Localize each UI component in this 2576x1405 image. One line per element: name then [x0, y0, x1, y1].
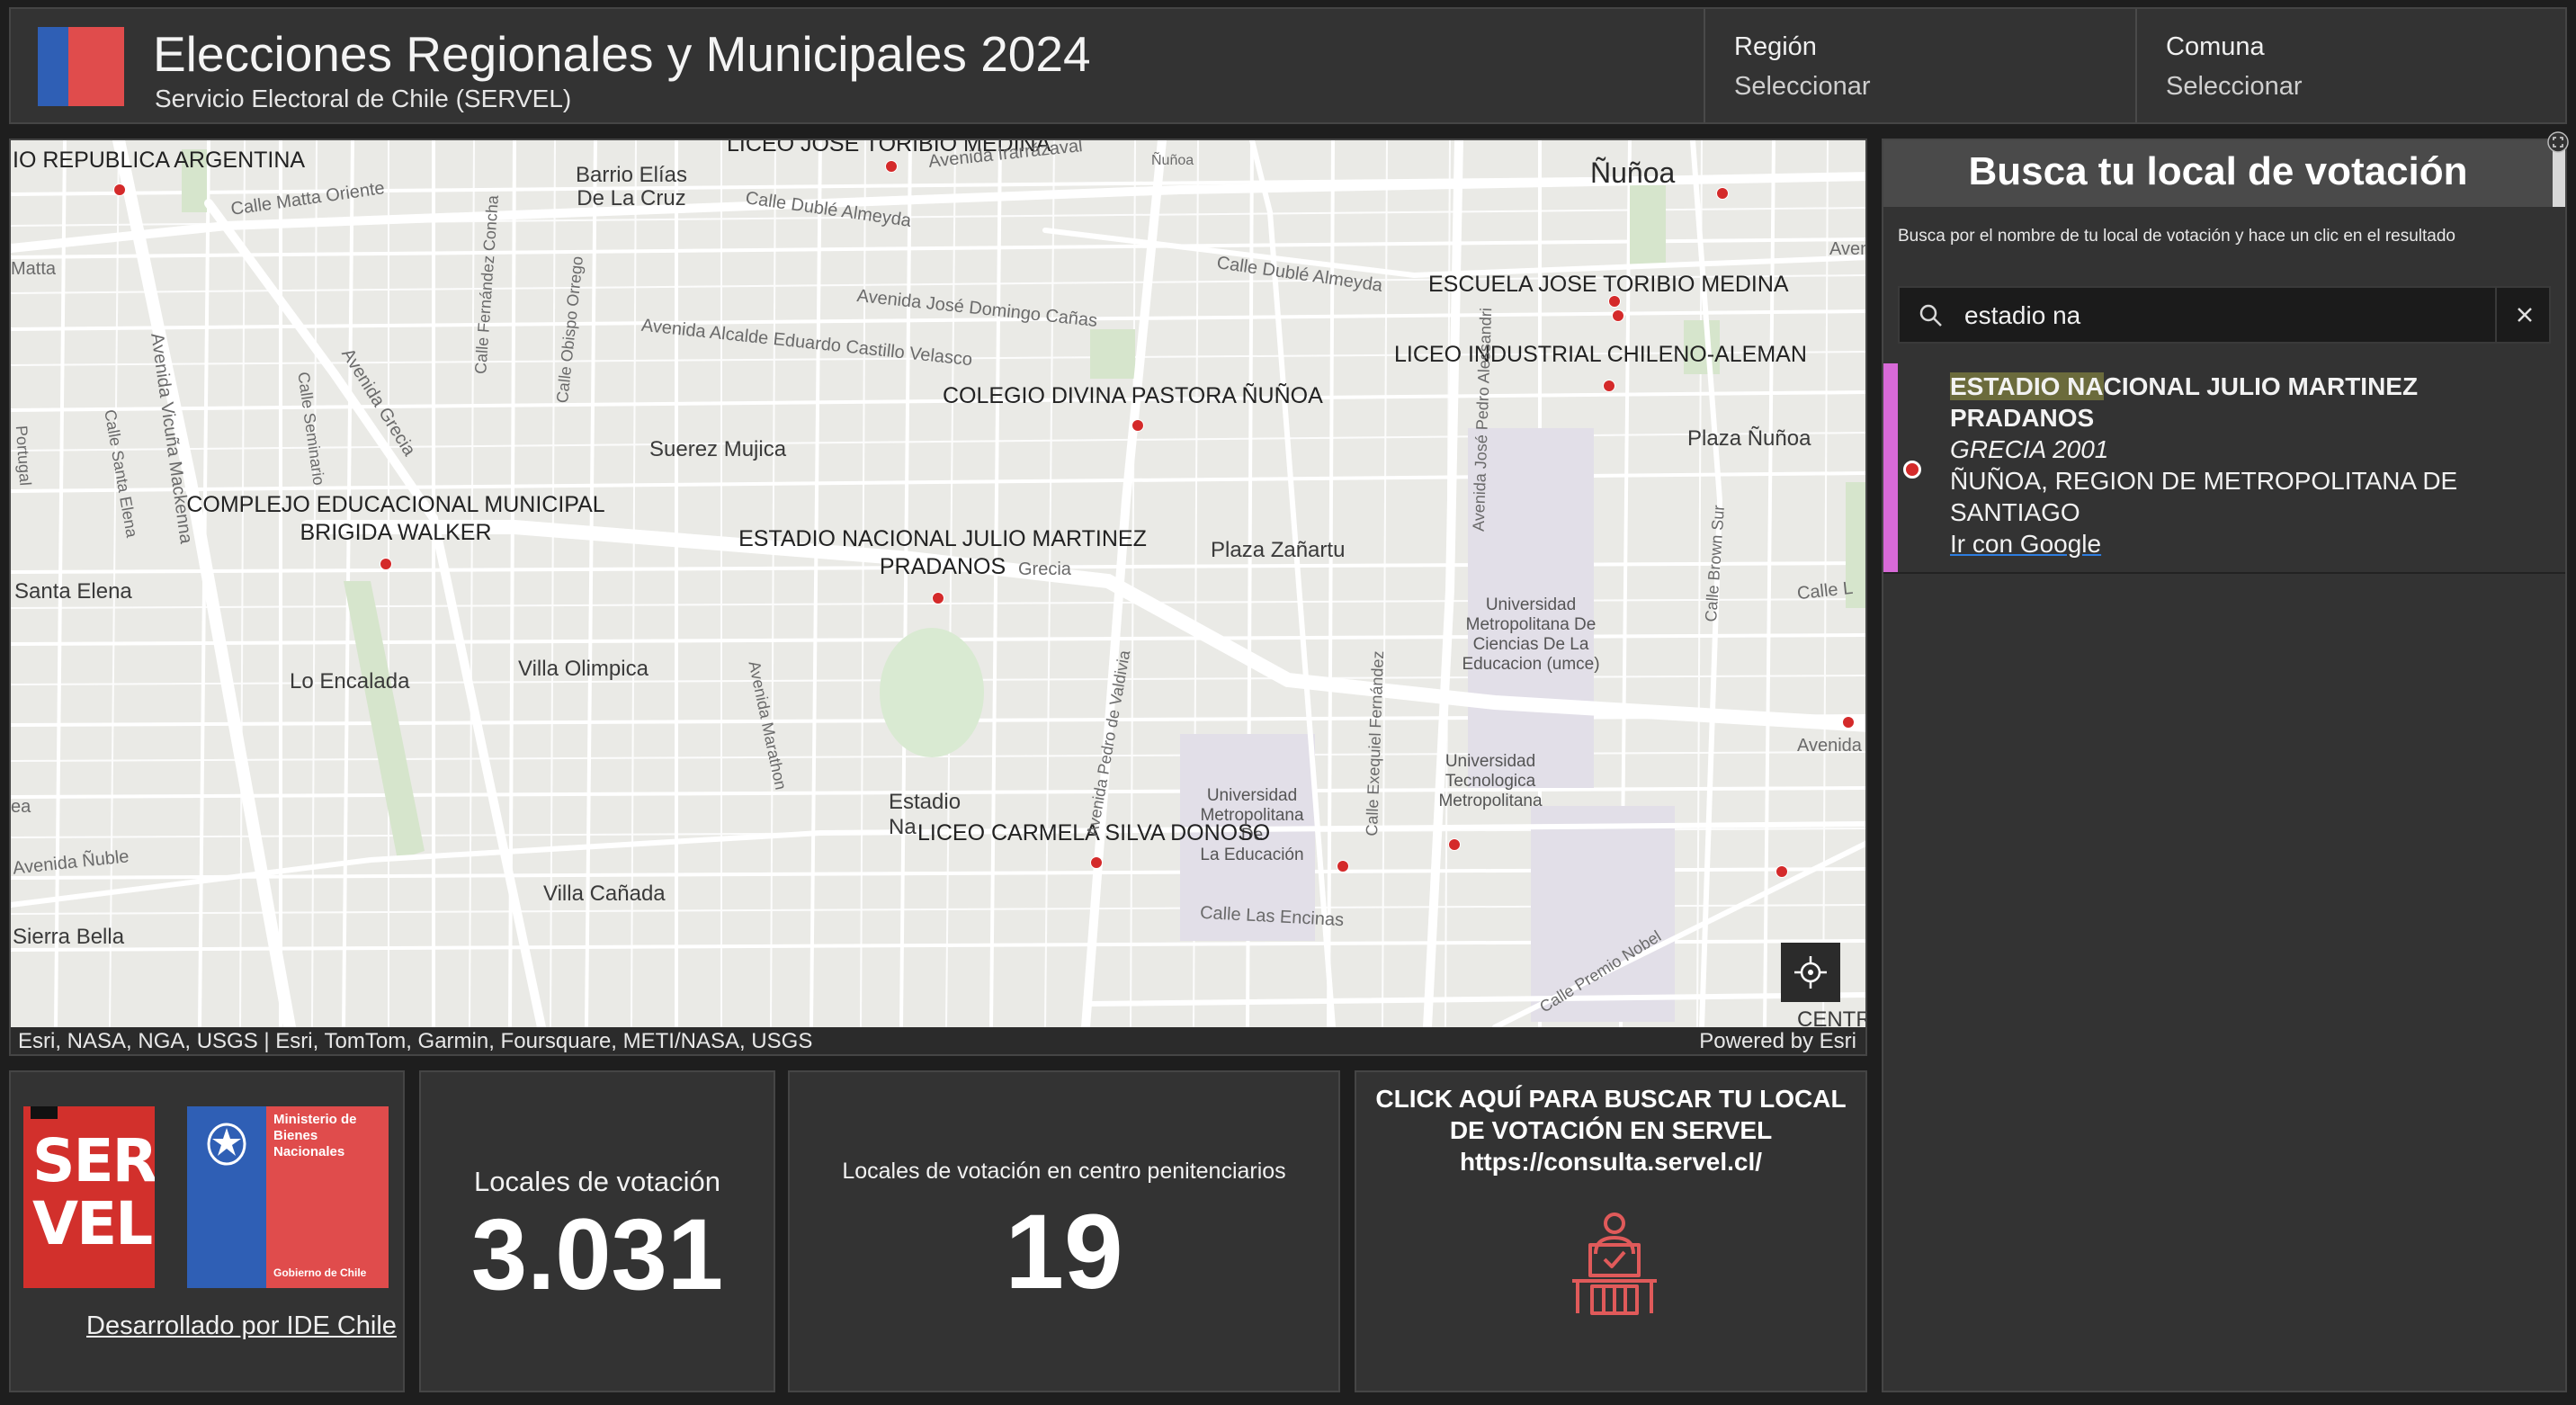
logos-panel: SER VEL Ministerio de Bienes Nacionales Go…: [9, 1070, 405, 1392]
servel-search-cta[interactable]: CLICK AQUÍ PARA BUSCAR TU LOCAL DE VOTAC…: [1355, 1070, 1867, 1392]
map-label-utem: Universidad Tecnologica Metropolitana: [1438, 752, 1543, 810]
developer-link[interactable]: Desarrollado por IDE Chile: [86, 1311, 397, 1341]
voting-booth-icon: [1572, 1213, 1657, 1315]
map-label-estadio: ESTADIO NACIONAL JULIO MARTINEZ PRADANOS: [738, 526, 1147, 579]
map-label-nunoa: Ñuñoa: [1590, 157, 1676, 189]
servel-logo: SER VEL: [23, 1106, 155, 1288]
map-label-plaza-zanartu: Plaza Zañartu: [1211, 538, 1346, 562]
voting-location-pin[interactable]: [1612, 309, 1624, 322]
map-label-republica: IO REPUBLICA ARGENTINA: [13, 148, 306, 173]
map-label-villa-canada: Villa Cañada: [543, 881, 666, 906]
map-label-escuela: ESCUELA JOSE TORIBIO MEDINA: [1428, 272, 1789, 297]
search-input[interactable]: [1963, 288, 2470, 344]
penitentiary-label: Locales de votación en centro penitencia…: [842, 1159, 1286, 1184]
penitentiary-value: 19: [1005, 1193, 1123, 1311]
map-label-colegio: COLEGIO DIVINA PASTORA ÑUÑOA: [943, 383, 1323, 408]
map-label-plaza-nunoa: Plaza Ñuñoa: [1687, 426, 1811, 451]
voting-location-pin[interactable]: [1337, 860, 1349, 873]
app-title: Elecciones Regionales y Municipales 2024: [153, 26, 1091, 82]
search-panel-title: Busca tu local de votación: [1968, 149, 2468, 193]
voting-location-pin[interactable]: [1775, 865, 1788, 878]
map-label-umce: Universidad Metropolitana De Ciencias De…: [1462, 595, 1600, 674]
comuna-label: Comuna: [2166, 32, 2265, 61]
search-result-item[interactable]: ESTADIO NACIONAL JULIO MARTINEZ PRADANOS…: [1883, 363, 2565, 574]
search-panel-header: Busca tu local de votación: [1883, 140, 2553, 207]
result-location: ÑUÑOA, REGION DE METROPOLITANA DE SANTIA…: [1950, 467, 2458, 526]
search-icon: [1919, 304, 1942, 327]
chile-flag-logo: [38, 27, 124, 106]
voting-location-pin[interactable]: [380, 558, 392, 570]
result-name: ESTADIO NACIONAL JULIO MARTINEZ PRADANOS: [1950, 371, 2526, 434]
result-location-marker: [1903, 461, 1921, 479]
powered-by-esri[interactable]: Powered by Esri: [1699, 1029, 1856, 1054]
locales-stat-card: Locales de votación 3.031: [419, 1070, 775, 1392]
map-label-liceo-industrial: LICEO INDUSTRIAL CHILENO-ALEMAN: [1394, 342, 1807, 367]
map-label-suerez: Suerez Mujica: [649, 437, 787, 461]
ministerio-bienes-nacionales-logo: Ministerio de Bienes Nacionales Gobierno d…: [187, 1106, 389, 1288]
result-address: GRECIA 2001: [1950, 435, 2109, 463]
street-label-grecia-2: Grecia: [1018, 559, 1071, 579]
map-label-lo-encalada: Lo Encalada: [290, 669, 410, 694]
region-selector[interactable]: Región Seleccionar: [1704, 9, 2135, 122]
cta-text: CLICK AQUÍ PARA BUSCAR TU LOCAL DE VOTAC…: [1356, 1083, 1865, 1177]
result-text: ESTADIO NACIONAL JULIO MARTINEZ PRADANOS…: [1950, 371, 2526, 559]
voting-location-pin[interactable]: [1090, 856, 1103, 869]
voting-location-pin[interactable]: [1448, 838, 1461, 851]
voting-location-pin[interactable]: [932, 592, 944, 604]
locales-label: Locales de votación: [473, 1166, 721, 1197]
penitentiary-stat-card: Locales de votación en centro penitencia…: [788, 1070, 1340, 1392]
map-attribution-bar: Esri, NASA, NGA, USGS | Esri, TomTom, Ga…: [11, 1027, 1865, 1054]
search-instruction: Busca por el nombre de tu local de votac…: [1898, 227, 2455, 246]
map-view[interactable]: IO REPUBLICA ARGENTINA Barrio Elías De L…: [9, 139, 1867, 1056]
app-subtitle: Servicio Electoral de Chile (SERVEL): [155, 85, 572, 112]
locate-button[interactable]: [1781, 943, 1840, 1002]
voting-location-pin[interactable]: [113, 183, 126, 196]
result-accent-bar: [1883, 363, 1898, 572]
comuna-value: Seleccionar: [2166, 72, 2303, 101]
voting-location-pin[interactable]: [1131, 419, 1144, 432]
search-panel: Busca tu local de votación Busca por el …: [1882, 139, 2567, 1392]
map-label-barrio: Barrio Elías De La Cruz: [575, 163, 688, 210]
voting-location-pin[interactable]: [1603, 380, 1615, 392]
comuna-selector[interactable]: Comuna Seleccionar: [2135, 9, 2567, 122]
voting-location-pin[interactable]: [1716, 187, 1729, 200]
google-maps-link[interactable]: Ir con Google: [1950, 530, 2101, 558]
region-value: Seleccionar: [1734, 72, 1871, 101]
street-label-grecia-3: Avenida: [1797, 736, 1862, 756]
clear-search-button[interactable]: [2495, 288, 2553, 342]
region-label: Región: [1734, 32, 1817, 61]
map-label-santa-elena: Santa Elena: [14, 579, 132, 604]
map-label-sierra-bella: Sierra Bella: [13, 925, 125, 949]
close-icon: [2518, 308, 2532, 322]
coat-of-arms-icon: [207, 1123, 246, 1166]
voting-location-pin[interactable]: [885, 160, 898, 173]
voting-location-pin[interactable]: [1842, 716, 1855, 729]
map-attribution: Esri, NASA, NGA, USGS | Esri, TomTom, Ga…: [18, 1029, 813, 1053]
map-label-complejo: COMPLEJO EDUCACIONAL MUNICIPAL BRIGIDA W…: [186, 492, 605, 545]
result-name-highlight: ESTADIO NA: [1950, 372, 2104, 400]
street-label-matta: Matta: [11, 259, 57, 279]
app-header: Elecciones Regionales y Municipales 2024…: [9, 7, 2567, 124]
search-box: [1898, 286, 2551, 344]
street-label-aven: Aven: [1829, 239, 1867, 259]
cta-heading: CLICK AQUÍ PARA BUSCAR TU LOCAL DE VOTAC…: [1375, 1085, 1847, 1144]
locate-icon: [1794, 956, 1827, 989]
voting-location-pin[interactable]: [1608, 295, 1621, 308]
map-label-villa-olimpica: Villa Olimpica: [518, 657, 648, 681]
locales-value: 3.031: [470, 1198, 724, 1311]
cta-url[interactable]: https://consulta.servel.cl/: [1356, 1146, 1865, 1177]
street-label-ea: ea: [11, 797, 31, 817]
expand-icon[interactable]: [2547, 131, 2569, 153]
street-label-nunoa-station: Ñuñoa: [1151, 153, 1194, 168]
